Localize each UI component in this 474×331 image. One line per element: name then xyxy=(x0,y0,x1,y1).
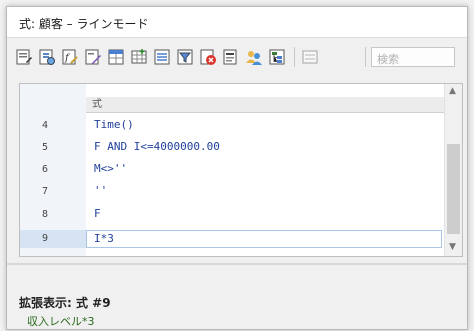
table-icon[interactable] xyxy=(107,48,125,66)
toolbar-separator xyxy=(294,47,295,67)
code-line[interactable]: F xyxy=(94,207,101,220)
expanded-view-title: 拡張表示: 式 #9 xyxy=(19,296,111,310)
expression-editor[interactable]: 4 5 6 7 8 9 式 Time() F AND I<=4000000.00… xyxy=(19,83,463,257)
sheet-icon[interactable] xyxy=(222,48,240,66)
code-area[interactable]: 式 Time() F AND I<=4000000.00 M<>'' '' F … xyxy=(86,84,444,256)
line-number: 8 xyxy=(42,209,49,220)
pane-splitter[interactable] xyxy=(7,263,467,265)
toolbar-separator xyxy=(365,47,366,67)
function-icon[interactable]: f xyxy=(61,48,79,66)
expression-window: 式: 顧客 – ラインモード f 検索 4 5 6 7 8 9 式 Time()… xyxy=(6,6,468,330)
code-line[interactable]: M<>'' xyxy=(94,162,127,175)
code-line[interactable]: Time() xyxy=(94,118,134,131)
code-line-selected[interactable]: I*3 xyxy=(94,232,114,245)
users-icon[interactable] xyxy=(245,48,263,66)
search-input[interactable]: 検索 xyxy=(371,47,455,67)
insert-table-icon[interactable] xyxy=(130,48,148,66)
code-line[interactable]: F AND I<=4000000.00 xyxy=(94,140,220,153)
line-number: 7 xyxy=(42,186,49,197)
settings-icon[interactable] xyxy=(301,48,319,66)
expression-icon[interactable] xyxy=(38,48,56,66)
title-bar[interactable]: 式: 顧客 – ラインモード xyxy=(7,7,467,38)
line-number: 5 xyxy=(42,142,49,153)
line-number: 4 xyxy=(42,120,49,131)
line-number: 6 xyxy=(42,164,49,175)
tree-icon[interactable] xyxy=(268,48,286,66)
toolbar: f 検索 xyxy=(7,38,467,74)
edit-icon[interactable] xyxy=(15,48,33,66)
scroll-down-icon[interactable]: ▼ xyxy=(449,242,456,252)
scroll-up-icon[interactable]: ▲ xyxy=(449,86,456,96)
expanded-view-text: 収入レベル*3 xyxy=(27,315,95,328)
vertical-scrollbar[interactable]: ▲ ▼ xyxy=(444,84,462,256)
edit-note-icon[interactable] xyxy=(84,48,102,66)
filter-icon[interactable] xyxy=(176,48,194,66)
window-title: 式: 顧客 – ラインモード xyxy=(19,17,149,31)
selected-line-box[interactable] xyxy=(86,230,442,248)
code-line[interactable]: '' xyxy=(94,184,107,197)
delete-icon[interactable] xyxy=(199,48,217,66)
scrollbar-thumb[interactable] xyxy=(447,144,460,234)
column-header: 式 xyxy=(86,97,444,113)
field-list-icon[interactable] xyxy=(153,48,171,66)
line-number: 9 xyxy=(42,233,49,244)
